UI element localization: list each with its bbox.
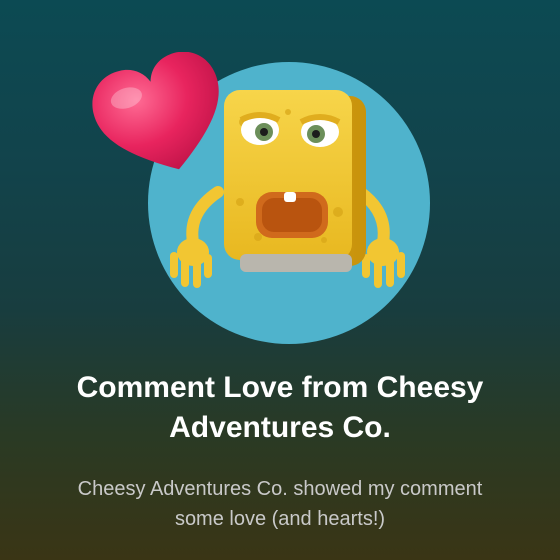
- comment-love-card: Comment Love from Cheesy Adventures Co. …: [0, 0, 560, 560]
- notification-title: Comment Love from Cheesy Adventures Co.: [76, 371, 484, 444]
- heart-icon: [92, 52, 219, 170]
- notification-message: Cheesy Adventures Co. showed my comment …: [77, 478, 483, 530]
